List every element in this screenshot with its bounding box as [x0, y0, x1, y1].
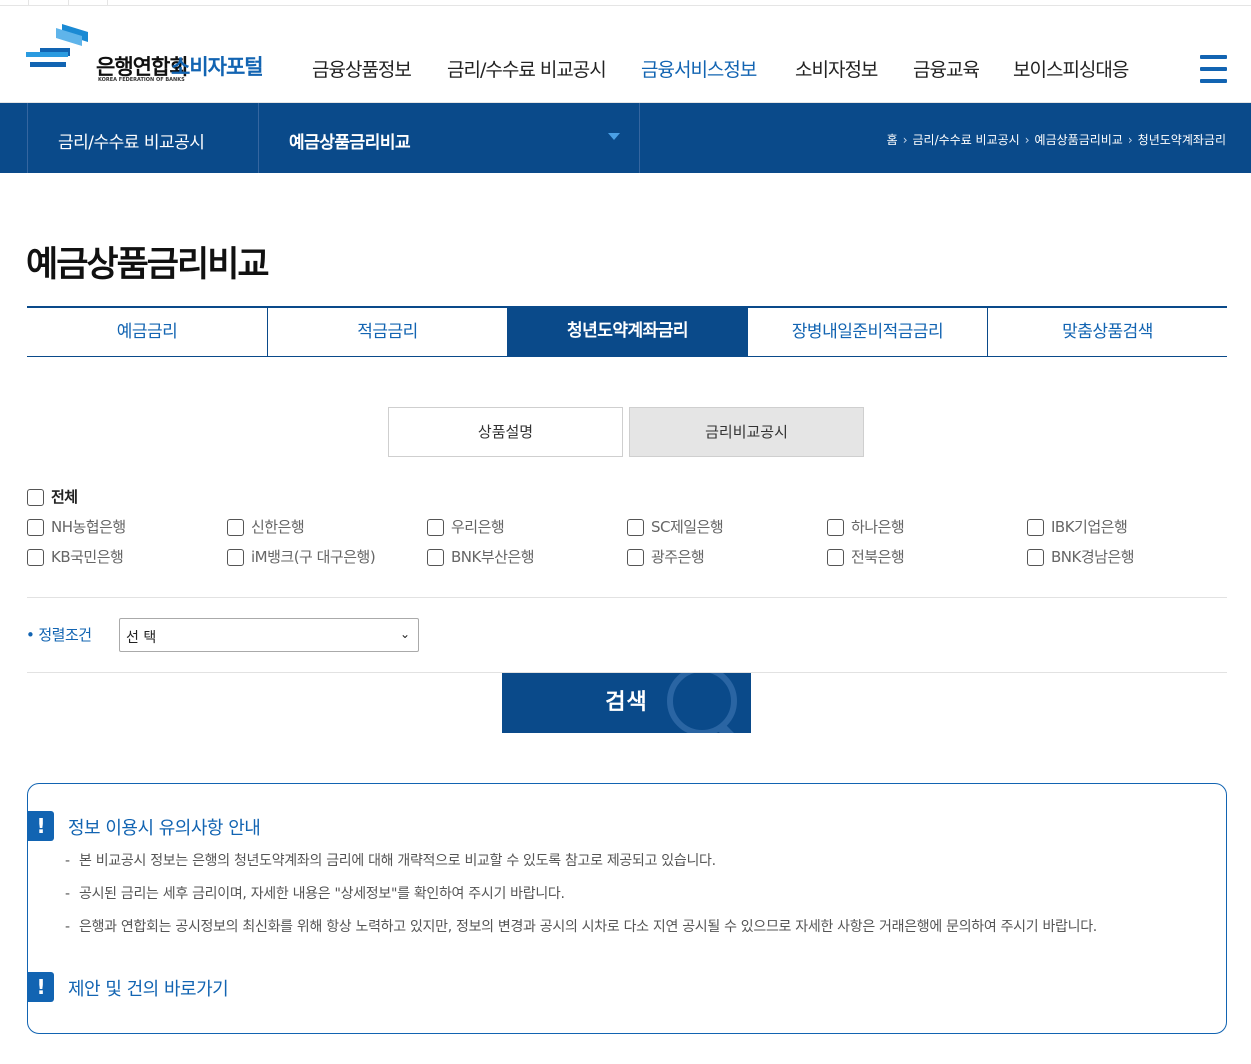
notice-item: - 공시된 금리는 세후 금리이며, 자세한 내용은 "상세정보"를 확인하여 주… — [65, 883, 1165, 906]
search-button[interactable]: 검색 — [502, 673, 751, 733]
sort-label-text: 정렬조건 — [38, 626, 92, 644]
checkbox-label: SC제일은행 — [651, 518, 724, 536]
gnb-item-rate-compare[interactable]: 금리/수수료 비교공시 — [447, 55, 607, 82]
rate-compare-button[interactable]: 금리비교공시 — [629, 407, 864, 457]
product-description-button[interactable]: 상품설명 — [388, 407, 623, 457]
checkbox-box[interactable] — [427, 519, 444, 536]
checkbox-box[interactable] — [427, 549, 444, 566]
gnb-item-services[interactable]: 금융서비스정보 — [641, 55, 757, 82]
checkbox-label: 하나은행 — [851, 518, 905, 536]
gnb-item-consumer-info[interactable]: 소비자정보 — [795, 55, 878, 82]
tab-youth-leap-rate[interactable]: 청년도약계좌금리 — [507, 306, 747, 357]
tab-deposit-rate[interactable]: 예금금리 — [27, 308, 267, 356]
logo-portal-name: 소비자포털 — [171, 55, 264, 79]
exclamation-icon: ! — [28, 972, 54, 1002]
checkbox-label: IBK기업은행 — [1051, 518, 1128, 536]
logo-mark-icon — [26, 24, 88, 67]
checkbox-box[interactable] — [627, 549, 644, 566]
global-header: 은행연합회 KOREA FEDERATION OF BANKS 소비자포털 금융… — [0, 6, 1251, 103]
checkbox-label: BNK부산은행 — [451, 548, 535, 566]
sort-label: • 정렬조건 — [26, 624, 92, 645]
checkbox-label: 광주은행 — [651, 548, 705, 566]
notice-item-text: 공시된 금리는 세후 금리이며, 자세한 내용은 "상세정보"를 확인하여 주시… — [79, 886, 565, 902]
proposal-link[interactable]: 제안 및 건의 바로가기 — [68, 975, 229, 1001]
bullet-icon: • — [26, 626, 35, 644]
checkbox-label: iM뱅크(구 대구은행) — [251, 548, 376, 566]
checkbox-box[interactable] — [1027, 519, 1044, 536]
gnb-item-education[interactable]: 금융교육 — [913, 55, 980, 82]
caret-down-icon[interactable] — [608, 133, 620, 140]
sort-select[interactable]: 선 택 ⌄ — [119, 618, 419, 652]
gnb-item-voice-phishing[interactable]: 보이스피싱대응 — [1013, 55, 1129, 82]
sub-category-label[interactable]: 금리/수수료 비교공시 — [58, 128, 205, 153]
rate-tabs: 예금금리 적금금리 청년도약계좌금리 장병내일준비적금금리 맞춤상품검색 — [27, 306, 1227, 357]
hamburger-icon[interactable] — [1200, 55, 1227, 83]
checkbox-box[interactable] — [1027, 549, 1044, 566]
tab-savings-rate[interactable]: 적금금리 — [267, 308, 507, 356]
page-title: 예금상품금리비교 — [26, 245, 270, 285]
notice-item-text: 은행과 연합회는 공시정보의 최신화를 위해 항상 노력하고 있지만, 정보의 … — [79, 919, 1097, 935]
notice-box: ! 정보 이용시 유의사항 안내 -본 비교공시 정보는 은행의 청년도약계좌의… — [27, 783, 1227, 1034]
sub-navigation-bar: 금리/수수료 비교공시 예금상품금리비교 홈 › 금리/수수료 비교공시 › 예금상품금… — [0, 103, 1251, 173]
checkbox-box[interactable] — [627, 519, 644, 536]
breadcrumb-current: 청년도약계좌금리 — [1137, 133, 1226, 147]
breadcrumb-item[interactable]: 금리/수수료 비교공시 — [913, 133, 1020, 147]
checkbox-box[interactable] — [27, 489, 44, 506]
chevron-right-icon: › — [1024, 133, 1030, 147]
notice-item-text: 본 비교공시 정보는 은행의 청년도약계좌의 금리에 대해 개략적으로 비교할 … — [79, 853, 716, 869]
checkbox-box[interactable] — [227, 549, 244, 566]
checkbox-label: 우리은행 — [451, 518, 505, 536]
checkbox-label: 전체 — [51, 488, 78, 506]
checkbox-box[interactable] — [27, 519, 44, 536]
notice-item: - 은행과 연합회는 공시정보의 최신화를 위해 항상 노력하고 있지만, 정보의… — [65, 916, 1165, 939]
checkbox-box[interactable] — [827, 549, 844, 566]
checkbox-label: BNK경남은행 — [1051, 548, 1135, 566]
sub-current-dropdown[interactable]: 예금상품금리비교 — [289, 128, 411, 153]
chevron-right-icon: › — [902, 133, 908, 147]
search-button-label: 검색 — [605, 690, 648, 715]
breadcrumb-home[interactable]: 홈 — [887, 133, 898, 147]
chevron-down-icon: ⌄ — [399, 627, 410, 641]
tab-soldier-savings-rate[interactable]: 장병내일준비적금금리 — [747, 308, 987, 356]
checkbox-box[interactable] — [827, 519, 844, 536]
sort-select-value: 선 택 — [126, 630, 157, 646]
checkbox-label: 신한은행 — [251, 518, 305, 536]
exclamation-icon: ! — [28, 811, 54, 841]
notice-item: -본 비교공시 정보는 은행의 청년도약계좌의 금리에 대해 개략적으로 비교할… — [65, 850, 1165, 873]
checkbox-label: NH농협은행 — [51, 518, 126, 536]
notice-title: 정보 이용시 유의사항 안내 — [68, 818, 261, 839]
site-logo[interactable]: 은행연합회 KOREA FEDERATION OF BANKS 소비자포털 — [26, 24, 276, 86]
gnb-item-products[interactable]: 금융상품정보 — [312, 55, 412, 82]
checkbox-label: KB국민은행 — [51, 548, 124, 566]
checkbox-label: 전북은행 — [851, 548, 905, 566]
chevron-right-icon: › — [1127, 133, 1133, 147]
breadcrumb: 홈 › 금리/수수료 비교공시 › 예금상품금리비교 › 청년도약계좌금리 — [887, 131, 1226, 148]
divider — [27, 597, 1227, 598]
checkbox-box[interactable] — [227, 519, 244, 536]
tab-custom-search[interactable]: 맞춤상품검색 — [987, 308, 1227, 356]
breadcrumb-item[interactable]: 예금상품금리비교 — [1035, 133, 1123, 147]
checkbox-box[interactable] — [27, 549, 44, 566]
